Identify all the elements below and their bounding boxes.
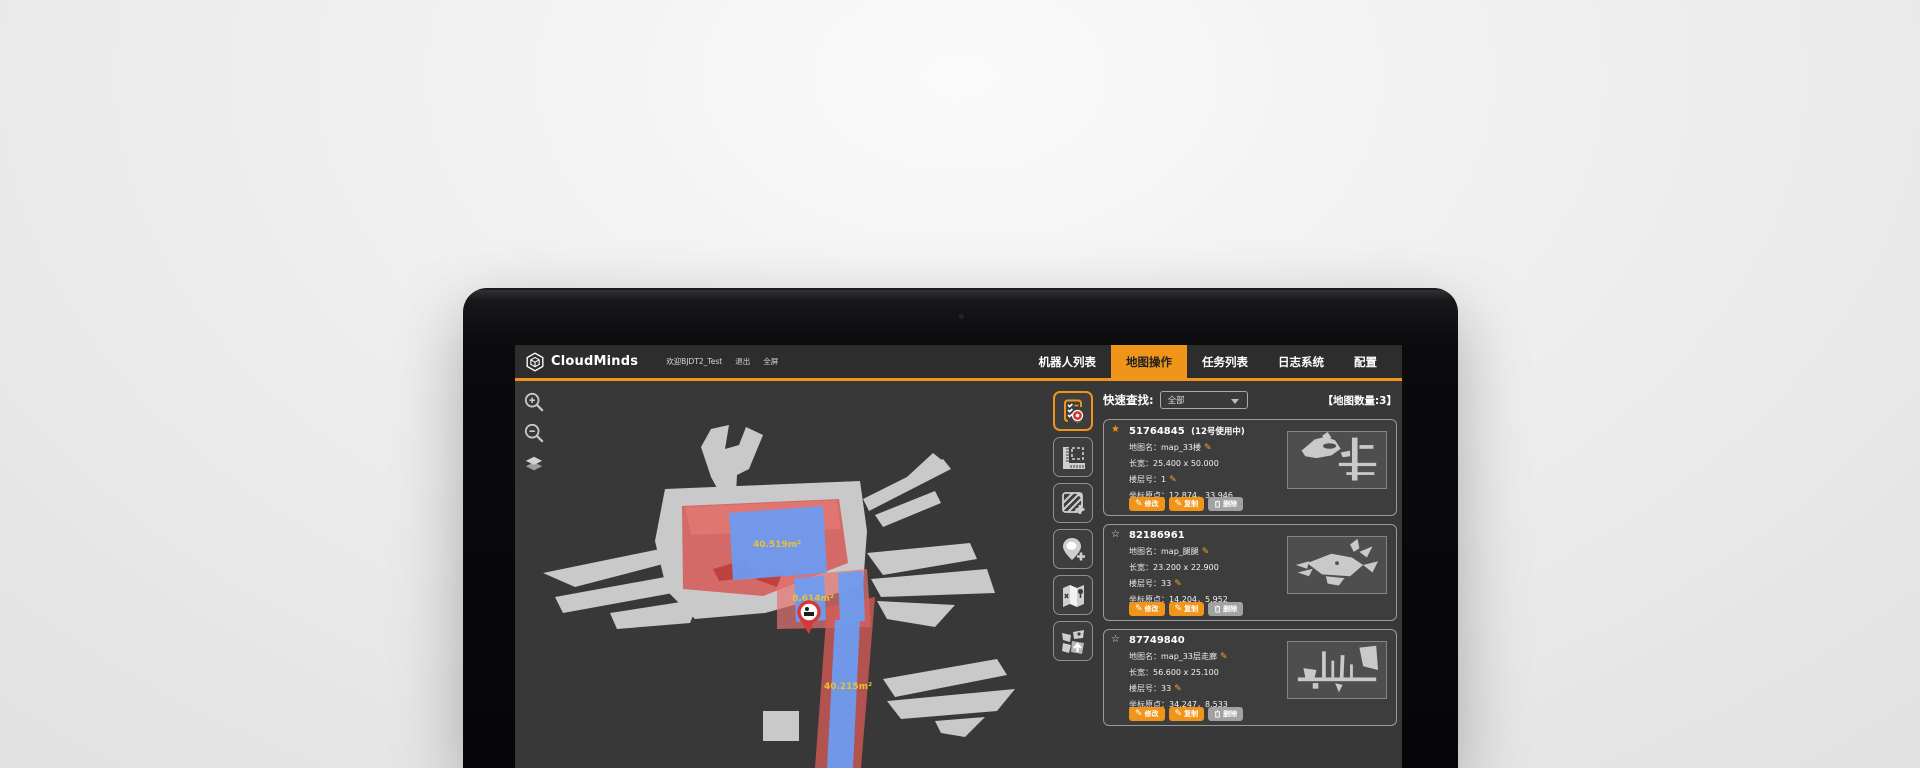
map-thumbnail [1287, 431, 1387, 489]
copy-map-button[interactable]: ✎复制 [1169, 707, 1205, 721]
cloudminds-hexagon-cube-icon [525, 352, 545, 372]
map-thumbnail [1287, 536, 1387, 594]
edit-name-icon[interactable]: ✎ [1220, 652, 1228, 662]
tab-config[interactable]: 配置 [1339, 345, 1392, 378]
delete-map-button[interactable]: 删除 [1208, 497, 1243, 511]
edit-name-icon[interactable]: ✎ [1202, 547, 1210, 557]
edit-floor-icon[interactable]: ✎ [1169, 475, 1177, 485]
card-actions: ✎修改 ✎复制 删除 [1129, 602, 1243, 616]
copy-map-button[interactable]: ✎复制 [1169, 497, 1205, 511]
map-in-use-badge: (12号使用中) [1191, 427, 1245, 437]
copy-icon: ✎ [1175, 604, 1183, 614]
map-list-panel: 快速查找: 全部 【地图数量:3】 ★ 51764845 (12号使用中) 地图… [1103, 389, 1397, 726]
area-label-large-room: 40.519m² [753, 540, 801, 550]
filter-dropdown[interactable]: 全部 [1160, 391, 1248, 409]
zoom-out-icon[interactable] [523, 422, 545, 444]
favorite-star-icon[interactable]: ☆ [1111, 634, 1120, 645]
map-card[interactable]: ☆ 87749840 地图名：map_33层走廊✎ 长宽：56.600 x 25… [1103, 629, 1397, 726]
map-toolbar [1053, 391, 1093, 661]
map-thumbnail [1287, 641, 1387, 699]
favorite-star-icon[interactable]: ★ [1111, 424, 1120, 435]
trash-icon [1214, 500, 1221, 508]
slam-map-canvas[interactable]: 40.519m² 8.614m² 40.215m² [515, 381, 1050, 768]
edit-floor-icon[interactable]: ✎ [1174, 579, 1182, 589]
edit-icon: ✎ [1135, 604, 1143, 614]
tool-task-list-pin-button[interactable] [1053, 391, 1093, 431]
tool-map-upload-button[interactable] [1053, 621, 1093, 661]
map-marker-icon [1060, 582, 1086, 608]
task-list-pin-icon [1060, 398, 1086, 424]
tool-measure-area-button[interactable] [1053, 437, 1093, 477]
map-upload-icon [1060, 628, 1086, 654]
edit-map-button[interactable]: ✎修改 [1129, 707, 1165, 721]
card-actions: ✎修改 ✎复制 删除 [1129, 707, 1243, 721]
panel-header: 快速查找: 全部 【地图数量:3】 [1103, 389, 1397, 411]
measure-area-icon [1060, 444, 1086, 470]
tab-task-list[interactable]: 任务列表 [1187, 345, 1263, 378]
favorite-star-icon[interactable]: ☆ [1111, 529, 1120, 540]
delete-map-button[interactable]: 删除 [1208, 602, 1243, 616]
quick-search-label: 快速查找: [1103, 392, 1154, 408]
card-actions: ✎修改 ✎复制 删除 [1129, 497, 1243, 511]
session-info: 欢迎BJDT2_Test 退出 全屏 [666, 356, 778, 367]
nav-tabs: 机器人列表 地图操作 任务列表 日志系统 配置 [1024, 345, 1403, 378]
add-hatched-region-icon [1060, 490, 1086, 516]
tool-add-hatched-region-button[interactable] [1053, 483, 1093, 523]
map-id: 87749840 [1129, 635, 1185, 646]
tab-robot-list[interactable]: 机器人列表 [1024, 345, 1112, 378]
main-content: 40.519m² 8.614m² 40.215m² [515, 381, 1402, 768]
copy-map-button[interactable]: ✎复制 [1169, 602, 1205, 616]
add-location-pin-icon [1060, 536, 1086, 562]
laptop-frame: CloudMinds 欢迎BJDT2_Test 退出 全屏 机器人列表 地图操作… [463, 288, 1458, 768]
map-id: 82186961 [1129, 530, 1185, 541]
brand-logo: CloudMinds [515, 352, 638, 372]
area-label-corridor: 40.215m² [824, 682, 872, 692]
tool-add-location-pin-button[interactable] [1053, 529, 1093, 569]
tab-map-operation[interactable]: 地图操作 [1111, 345, 1187, 378]
logout-link[interactable]: 退出 [735, 356, 750, 367]
map-id: 51764845 [1129, 426, 1185, 437]
map-card[interactable]: ★ 51764845 (12号使用中) 地图名：map_33楼✎ 长宽：25.4… [1103, 419, 1397, 516]
edit-map-button[interactable]: ✎修改 [1129, 602, 1165, 616]
delete-map-button[interactable]: 删除 [1208, 707, 1243, 721]
copy-icon: ✎ [1175, 709, 1183, 719]
map-card[interactable]: ☆ 82186961 地图名：map_腿腿✎ 长宽：23.200 x 22.90… [1103, 524, 1397, 621]
trash-icon [1214, 710, 1221, 718]
edit-map-button[interactable]: ✎修改 [1129, 497, 1165, 511]
fullscreen-link[interactable]: 全屏 [763, 356, 778, 367]
filter-dropdown-value: 全部 [1168, 394, 1185, 406]
map-zoom-controls [523, 391, 545, 475]
layers-icon[interactable] [523, 453, 545, 475]
webcam-dot [959, 314, 964, 319]
app-screen: CloudMinds 欢迎BJDT2_Test 退出 全屏 机器人列表 地图操作… [515, 345, 1402, 768]
trash-icon [1214, 605, 1221, 613]
tool-map-marker-button[interactable] [1053, 575, 1093, 615]
brand-name: CloudMinds [551, 354, 638, 369]
edit-icon: ✎ [1135, 709, 1143, 719]
top-navbar: CloudMinds 欢迎BJDT2_Test 退出 全屏 机器人列表 地图操作… [515, 345, 1402, 381]
welcome-text: 欢迎BJDT2_Test [666, 356, 722, 367]
copy-icon: ✎ [1175, 499, 1183, 509]
edit-name-icon[interactable]: ✎ [1204, 443, 1212, 453]
map-count-label: 【地图数量:3】 [1322, 393, 1397, 408]
zoom-in-icon[interactable] [523, 391, 545, 413]
robot-position-marker[interactable] [799, 602, 819, 634]
edit-floor-icon[interactable]: ✎ [1174, 684, 1182, 694]
tab-log-system[interactable]: 日志系统 [1263, 345, 1339, 378]
edit-icon: ✎ [1135, 499, 1143, 509]
